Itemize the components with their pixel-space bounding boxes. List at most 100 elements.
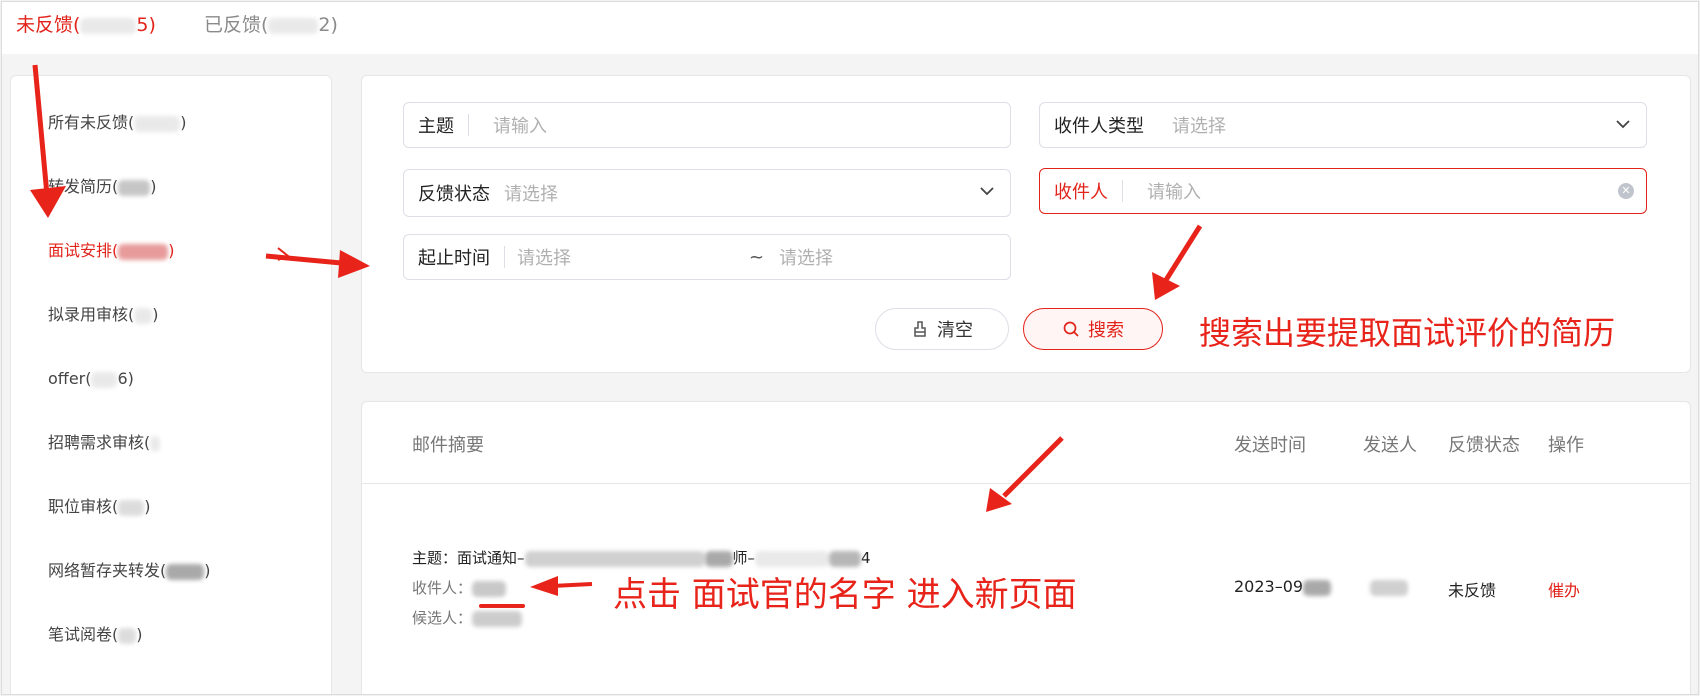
tab-unfeedback[interactable]: 未反馈( 5) (16, 12, 156, 38)
sidebar-item-suffix: ) (180, 113, 187, 132)
sidebar-item-interview-arrangement[interactable]: 面试安排() (48, 240, 175, 262)
row-subject: 主题：面试通知– 师– 4 (412, 547, 871, 568)
subject-label: 主题： (412, 549, 458, 567)
row-sender (1370, 577, 1408, 596)
field-divider (504, 246, 505, 268)
table-header-divider (362, 483, 1690, 484)
recipient-label: 收件人 (1054, 182, 1108, 203)
chevron-down-icon (1616, 120, 1630, 129)
redacted-count (118, 243, 169, 260)
candidate-name-link[interactable] (472, 610, 523, 627)
header-sender: 发送人 (1363, 435, 1417, 456)
sidebar-item-suffix: ) (136, 625, 143, 644)
chevron-down-icon (980, 187, 994, 196)
sidebar-item-label: offer( (48, 369, 92, 388)
redacted-count (150, 435, 161, 452)
redacted-text (829, 550, 862, 567)
time-range-label: 起止时间 (418, 248, 490, 269)
redacted-count (134, 115, 181, 132)
sidebar-item-suffix: ) (150, 177, 157, 196)
sidebar-item-offer[interactable]: offer( 6) (48, 368, 134, 390)
candidate-label: 候选人： (412, 609, 473, 627)
tab-unfeedback-suffix: 5) (136, 14, 156, 36)
redacted-count (166, 563, 205, 580)
broom-icon (914, 321, 926, 337)
redacted-count (91, 371, 118, 388)
redacted-text (1370, 579, 1408, 596)
sidebar-item-suffix: ) (144, 497, 151, 516)
sidebar-item-label: 网络暂存夹转发( (48, 561, 167, 580)
row-recipient: 收件人： (412, 577, 507, 598)
header-summary: 邮件摘要 (412, 435, 484, 456)
clear-input-icon[interactable]: ✕ (1618, 183, 1634, 199)
sidebar-item-label: 拟录用审核( (48, 305, 135, 324)
sidebar-item-label: 职位审核( (48, 497, 119, 516)
time-range-picker[interactable]: 起止时间 请选择 ~ 请选择 (403, 234, 1011, 280)
redacted-text (704, 550, 733, 567)
tab-feedback[interactable]: 已反馈(2) (204, 12, 338, 38)
field-divider (1122, 180, 1123, 202)
sidebar-item-suffix: 6) (117, 369, 134, 388)
row-status: 未反馈 (1448, 581, 1497, 600)
recipient-type-placeholder: 请选择 (1172, 116, 1226, 137)
sidebar-item-suffix: ) (204, 561, 211, 580)
sidebar-item-written-test-grading[interactable]: 笔试阅卷() (48, 624, 143, 646)
search-icon (1063, 321, 1079, 337)
recipient-label: 收件人： (412, 579, 473, 597)
sidebar-item-network-folder-forward[interactable]: 网络暂存夹转发() (48, 560, 211, 582)
header-action: 操作 (1548, 435, 1584, 456)
sidebar-item-requirement-review[interactable]: 招聘需求审核( (48, 432, 161, 454)
sidebar: 所有未反馈() 转发简历() 面试安排() 拟录用审核() offer( 6) 招… (10, 75, 332, 694)
sidebar-item-position-review[interactable]: 职位审核() (48, 496, 151, 518)
sidebar-item-label: 转发简历( (48, 177, 119, 196)
sidebar-item-label: 笔试阅卷( (48, 625, 119, 644)
sidebar-item-label: 招聘需求审核( (48, 433, 151, 452)
redacted-count (118, 499, 145, 516)
recipient-field[interactable]: 收件人 请输入 ✕ (1039, 168, 1647, 214)
redacted-count (268, 17, 319, 34)
redacted-text (1303, 579, 1332, 596)
subject-text: 面试通知– (457, 549, 525, 567)
range-separator: ~ (749, 246, 765, 268)
row-candidate: 候选人： (412, 607, 523, 628)
sidebar-item-offer-review[interactable]: 拟录用审核() (48, 304, 159, 326)
redacted-count (80, 17, 137, 34)
redacted-text (524, 550, 705, 567)
interviewer-name-link[interactable] (472, 580, 507, 597)
recipient-type-select[interactable]: 收件人类型 请选择 (1039, 102, 1647, 148)
row-send-time: 2023–09 (1234, 577, 1332, 596)
send-time-text: 2023–09 (1234, 577, 1304, 596)
redacted-count (118, 179, 151, 196)
annotation-click-note: 点击 面试官的名字 进入新页面 (613, 575, 1077, 615)
feedback-status-select[interactable]: 反馈状态 请选择 (403, 169, 1011, 217)
search-button-label: 搜索 (1088, 320, 1124, 341)
end-date-input[interactable]: 请选择 (779, 244, 833, 270)
subject-text: 4 (861, 549, 871, 567)
sidebar-item-label: 面试安排( (48, 241, 119, 260)
app-window: 未反馈( 5) 已反馈(2) 所有未反馈() 转发简历() 面试安排() 拟录用审… (1, 1, 1699, 695)
top-tab-bar: 未反馈( 5) 已反馈(2) (2, 2, 1698, 54)
sidebar-item-label: 所有未反馈( (48, 113, 135, 132)
redacted-count (134, 307, 153, 324)
subject-field[interactable]: 主题 请输入 (403, 102, 1011, 148)
field-divider (468, 114, 469, 136)
urge-link[interactable]: 催办 (1548, 577, 1580, 601)
recipient-input[interactable]: 请输入 (1147, 178, 1201, 204)
annotation-search-note: 搜索出要提取面试评价的简历 (1199, 314, 1616, 352)
recipient-type-label: 收件人类型 (1054, 116, 1144, 137)
sidebar-item-forward-resume[interactable]: 转发简历() (48, 176, 157, 198)
clear-button-label: 清空 (937, 320, 973, 341)
redacted-count (118, 627, 137, 644)
sidebar-item-suffix: ) (152, 305, 159, 324)
subject-text: 师– (732, 549, 756, 567)
subject-input[interactable]: 请输入 (493, 112, 547, 138)
tab-unfeedback-label: 未反馈( (16, 14, 81, 36)
feedback-status-placeholder: 请选择 (504, 184, 558, 205)
sidebar-item-suffix: ) (168, 241, 175, 260)
header-send-time: 发送时间 (1234, 435, 1306, 456)
search-button[interactable]: 搜索 (1023, 308, 1163, 350)
sidebar-item-all-unfeedback[interactable]: 所有未反馈() (48, 112, 187, 134)
header-status: 反馈状态 (1448, 435, 1520, 456)
start-date-input[interactable]: 请选择 (517, 244, 749, 270)
clear-button[interactable]: 清空 (875, 308, 1009, 350)
